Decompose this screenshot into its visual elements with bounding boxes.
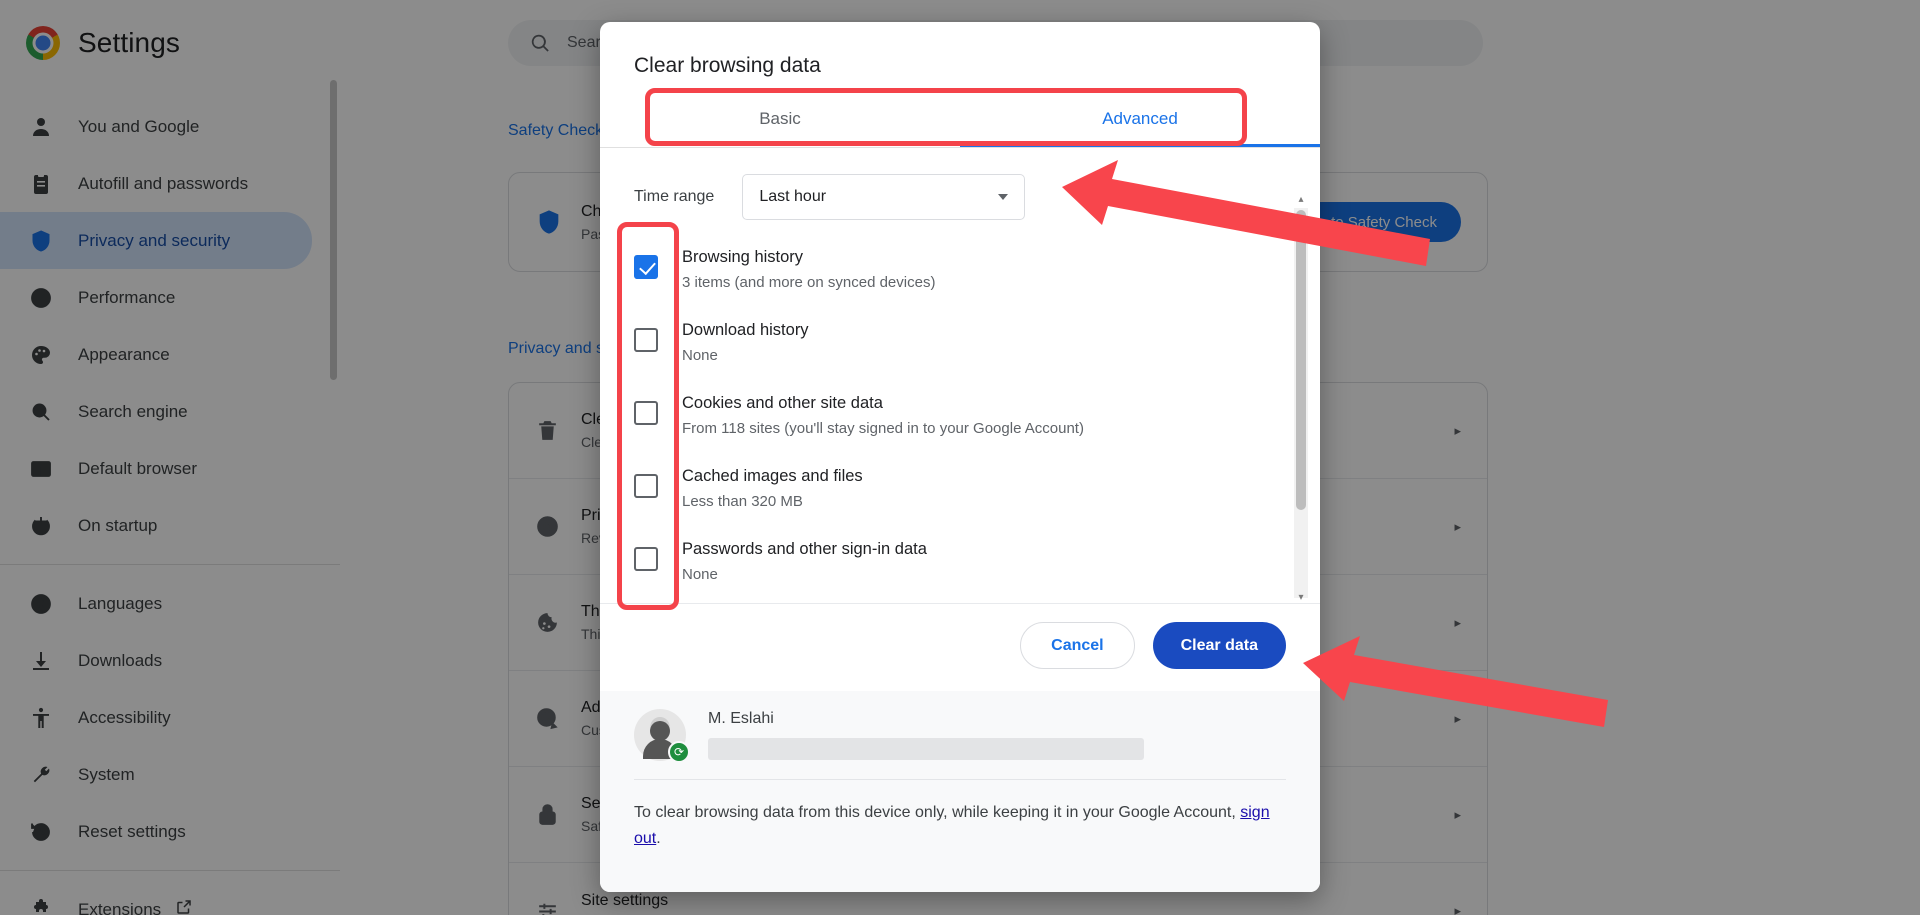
list-item[interactable]: Browsing history 3 items (and more on sy… xyxy=(634,242,1286,291)
list-item[interactable]: Passwords and other sign-in data None xyxy=(634,534,1286,583)
scroll-up-icon[interactable]: ▴ xyxy=(1295,194,1307,206)
checkbox-cookies-and-other-site-data[interactable] xyxy=(634,401,658,425)
dialog-actions: Cancel Clear data xyxy=(600,603,1320,691)
dialog-footer: ⟳ M. Eslahi To clear browsing data from … xyxy=(600,691,1320,892)
checkbox-passwords-and-other-sign-in-data[interactable] xyxy=(634,547,658,571)
time-range-value: Last hour xyxy=(759,188,827,205)
checkbox-browsing-history[interactable] xyxy=(634,255,658,279)
avatar: ⟳ xyxy=(634,709,690,763)
checkbox-label: Cached images and files xyxy=(682,467,863,485)
user-email-redacted xyxy=(708,738,1144,760)
list-item[interactable]: Cached images and files Less than 320 MB xyxy=(634,461,1286,510)
tab-advanced[interactable]: Advanced xyxy=(960,90,1320,147)
time-range-select[interactable]: Last hour xyxy=(742,174,1026,220)
tab-active-underline xyxy=(960,144,1320,147)
checkbox-cached-images-and-files[interactable] xyxy=(634,474,658,498)
time-range-label: Time range xyxy=(634,188,715,205)
checkbox-label: Cookies and other site data xyxy=(682,394,883,412)
time-range-row: Time range Last hour xyxy=(634,174,1286,220)
checkbox-sublabel: None xyxy=(682,566,718,583)
footer-note-period: . xyxy=(656,830,661,848)
checkbox-download-history[interactable] xyxy=(634,328,658,352)
user-name: M. Eslahi xyxy=(708,710,774,727)
cancel-button[interactable]: Cancel xyxy=(1020,622,1135,669)
scroll-down-icon[interactable]: ▾ xyxy=(1295,592,1307,603)
sync-icon: ⟳ xyxy=(668,741,690,763)
chevron-down-icon xyxy=(998,194,1009,200)
list-item[interactable]: Download history None xyxy=(634,315,1286,364)
checkbox-sublabel: None xyxy=(682,347,718,364)
dialog-scrollbar-thumb[interactable] xyxy=(1296,210,1306,510)
footer-note-text: To clear browsing data from this device … xyxy=(634,804,1241,821)
user-row: ⟳ M. Eslahi xyxy=(634,709,1286,780)
footer-note: To clear browsing data from this device … xyxy=(634,780,1286,853)
dialog-title: Clear browsing data xyxy=(634,54,821,77)
clear-browsing-data-dialog: Clear browsing data Basic Advanced Time … xyxy=(600,22,1320,892)
checkbox-label: Browsing history xyxy=(682,248,804,266)
screen-root: Settings You and Google Autofill and pas… xyxy=(0,0,1920,915)
dialog-body: Time range Last hour Browsing history 3 … xyxy=(600,148,1320,603)
tab-basic[interactable]: Basic xyxy=(600,90,960,147)
checkbox-sublabel: 3 items (and more on synced devices) xyxy=(682,274,936,291)
checkbox-label: Passwords and other sign-in data xyxy=(682,540,927,558)
checkbox-sublabel: From 118 sites (you'll stay signed in to… xyxy=(682,420,1084,437)
checkbox-label: Download history xyxy=(682,321,809,339)
list-item[interactable]: Cookies and other site data From 118 sit… xyxy=(634,388,1286,437)
clear-data-button[interactable]: Clear data xyxy=(1152,622,1286,669)
data-type-checkbox-list: Browsing history 3 items (and more on sy… xyxy=(634,242,1286,603)
dialog-tabs: Basic Advanced xyxy=(600,90,1320,148)
checkbox-sublabel: Less than 320 MB xyxy=(682,493,803,510)
